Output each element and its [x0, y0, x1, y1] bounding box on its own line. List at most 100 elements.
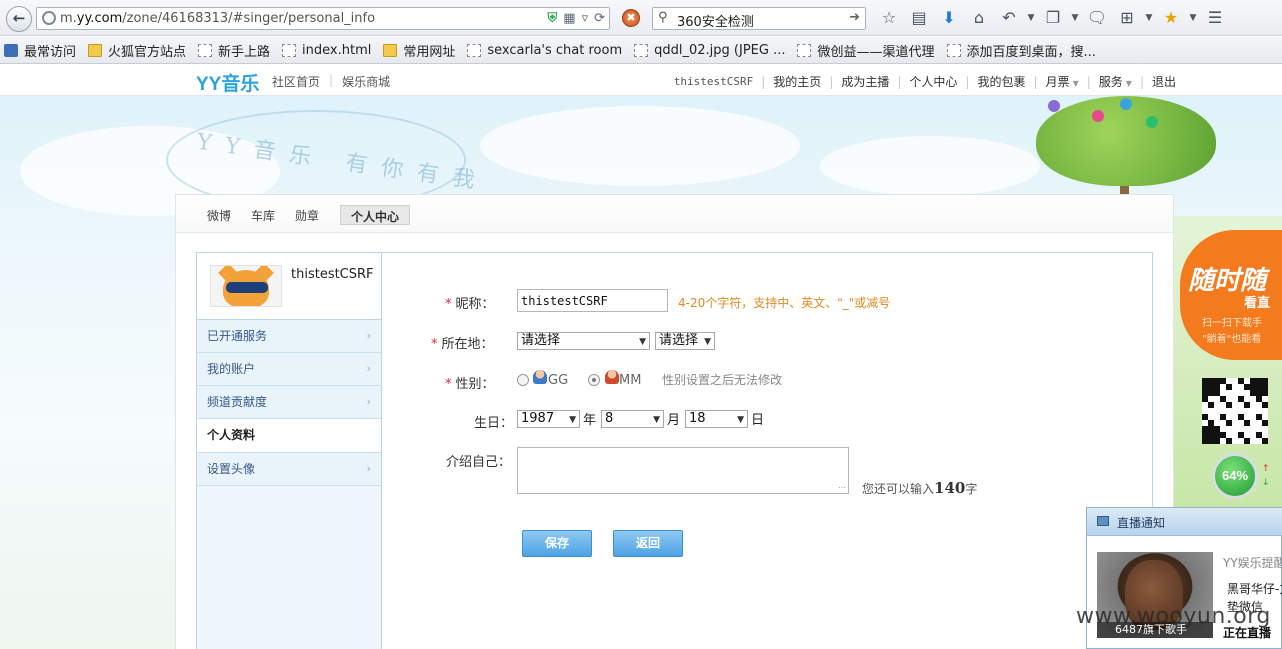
music-bubble-icon [1120, 98, 1132, 110]
home-icon[interactable]: ⌂ [964, 7, 994, 29]
bookmark-item[interactable]: 火狐官方站点 [88, 41, 186, 60]
qr-module [1262, 438, 1268, 444]
arrow-right-icon[interactable]: ➜ [849, 10, 860, 25]
service-menu[interactable]: 服务 ▼ [1099, 73, 1132, 90]
bookmark-item[interactable]: sexcarla's chat room [467, 43, 622, 58]
back-button[interactable]: ← [6, 6, 32, 32]
qr-module [1262, 420, 1268, 426]
city-select[interactable]: 请选择 ▼ [655, 332, 715, 350]
clipboard-icon[interactable]: ▤ [904, 7, 934, 29]
chat-icon[interactable]: 🗨 [1082, 7, 1112, 29]
speed-widget[interactable]: 64% [1212, 453, 1258, 499]
window-dropdown-icon[interactable]: ▼ [1068, 13, 1082, 23]
qr-module [1244, 420, 1250, 426]
bookmark-item[interactable]: qddl_02.jpg (JPEG ... [634, 43, 785, 58]
promo-line2: "躺着"也能看 [1202, 334, 1262, 345]
qr-module [1262, 390, 1268, 396]
favorite-icon[interactable]: ★ [1156, 7, 1186, 29]
cloud-decoration [480, 106, 800, 186]
become-host-link[interactable]: 成为主播 [841, 73, 889, 90]
male-user-icon [533, 370, 547, 384]
folder-icon [88, 43, 103, 57]
back-link-button[interactable]: 返回 [613, 530, 683, 557]
dropdown-icon[interactable]: ▿ [582, 10, 589, 27]
female-user-icon [605, 370, 619, 384]
reload-icon[interactable]: ⟳ [594, 10, 605, 27]
bookmark-item[interactable]: 常用网址 [383, 41, 455, 60]
search-box[interactable]: ⚲ 360安全检测 ➜ [652, 7, 866, 30]
address-bar[interactable]: m.yy.com/zone/46168313/#singer/personal_… [36, 7, 610, 30]
address-bar-icons: ⛨ ▦ ▿ ⟳ [548, 10, 606, 27]
crop-icon[interactable]: ⊞ [1112, 7, 1142, 29]
security-shield-icon[interactable]: ⛨ [548, 10, 558, 27]
sidebar-item-avatar-setting[interactable]: 设置头像 › [197, 453, 381, 486]
logout-link[interactable]: 退出 [1152, 73, 1176, 90]
search-input[interactable]: 360安全检测 [677, 11, 754, 30]
gender-female-radio[interactable] [588, 374, 600, 386]
menu-icon[interactable]: ☰ [1200, 7, 1230, 29]
star-icon[interactable]: ☆ [874, 7, 904, 29]
chevron-right-icon: › [366, 395, 371, 408]
bookmark-item[interactable]: index.html [282, 43, 371, 58]
tab-garage[interactable]: 车库 [251, 207, 275, 224]
save-button[interactable]: 保存 [522, 530, 592, 557]
username-link[interactable]: thistestCSRF [674, 75, 753, 88]
main-panel: 微博 车库 勋章 个人中心 thistestCSRF 已开通服务 › 我的账户 › … [175, 194, 1174, 649]
personal-center-link[interactable]: 个人中心 [909, 73, 957, 90]
mall-link[interactable]: 娱乐商城 [342, 73, 390, 90]
monthly-ticket-menu[interactable]: 月票 ▼ [1046, 73, 1079, 90]
window-icon[interactable]: ❐ [1038, 7, 1068, 29]
music-bubble-icon [1092, 110, 1104, 122]
sidebar: thistestCSRF 已开通服务 › 我的账户 › 频道贡献度 › 个人资料 设置… [197, 253, 382, 649]
page-icon [797, 43, 812, 57]
bookmark-label: sexcarla's chat room [487, 42, 623, 58]
nickname-input[interactable] [517, 289, 668, 312]
location-label-text: 所在地： [441, 337, 494, 352]
my-package-link[interactable]: 我的包裹 [977, 73, 1025, 90]
undo-dropdown-icon[interactable]: ▼ [1024, 13, 1038, 23]
separator: | [829, 74, 834, 89]
download-icon[interactable]: ⬇ [934, 7, 964, 29]
bookmark-item[interactable]: 微创益——渠道代理 [797, 41, 935, 60]
gender-label: * 性别： [445, 373, 495, 392]
qr-code-icon[interactable]: ▦ [563, 10, 575, 27]
caret-down-icon: ▼ [1072, 79, 1079, 88]
chevron-right-icon: › [366, 462, 371, 475]
sidebar-item-contribution[interactable]: 频道贡献度 › [197, 386, 381, 419]
bookmark-item[interactable]: 新手上路 [198, 41, 270, 60]
tab-personal-center[interactable]: 个人中心 [340, 205, 411, 225]
sidebar-item-profile[interactable]: 个人资料 [197, 419, 381, 453]
intro-textarea[interactable]: ⋯ [517, 447, 849, 494]
undo-icon[interactable]: ↶ [994, 7, 1024, 29]
sidebar-item-account[interactable]: 我的账户 › [197, 353, 381, 386]
favorite-dropdown-icon[interactable]: ▼ [1186, 13, 1200, 23]
browser-toolbar-buttons: ☆ ▤ ⬇ ⌂ ↶ ▼ ❐ ▼ 🗨 ⊞ ▼ ★ ▼ ☰ [874, 7, 1230, 29]
avatar[interactable] [210, 265, 282, 307]
crop-dropdown-icon[interactable]: ▼ [1142, 13, 1156, 23]
bookmark-item[interactable]: 添加百度到桌面，搜... [946, 41, 1096, 60]
download-app-promo[interactable]: 随时随 看直 扫一扫下载手 "躺着"也能看 [1180, 230, 1282, 360]
qr-module [1244, 438, 1250, 444]
bookmarks-bar: 最常访问 火狐官方站点 新手上路 index.html 常用网址 sexcarl… [0, 37, 1282, 64]
block-icon[interactable]: ✖ [622, 9, 640, 27]
gender-male-radio[interactable] [517, 374, 529, 386]
sidebar-item-services[interactable]: 已开通服务 › [197, 320, 381, 353]
community-home-link[interactable]: 社区首页 [272, 73, 320, 90]
dropdown-arrow-icon: ▼ [653, 415, 660, 425]
remaining-count: 140 [934, 479, 966, 497]
resize-grip-icon[interactable]: ⋯ [838, 483, 846, 492]
birth-year-select[interactable]: 1987 ▼ [517, 410, 580, 428]
tab-weibo[interactable]: 微博 [207, 207, 231, 224]
site-logo[interactable]: YY音乐 [196, 69, 259, 96]
birth-day-value: 18 [689, 411, 706, 426]
birth-day-select[interactable]: 18 ▼ [685, 410, 748, 428]
separator: | [1033, 74, 1038, 89]
my-home-link[interactable]: 我的主页 [773, 73, 821, 90]
chevron-right-icon: › [366, 329, 371, 342]
promo-line1: 扫一扫下载手 [1202, 318, 1262, 329]
birth-month-select[interactable]: 8 ▼ [601, 410, 664, 428]
bookmark-label: 添加百度到桌面，搜... [966, 44, 1096, 60]
tab-medals[interactable]: 勋章 [295, 207, 319, 224]
bookmark-item[interactable]: 最常访问 [4, 41, 76, 60]
province-select[interactable]: 请选择 ▼ [517, 332, 650, 350]
